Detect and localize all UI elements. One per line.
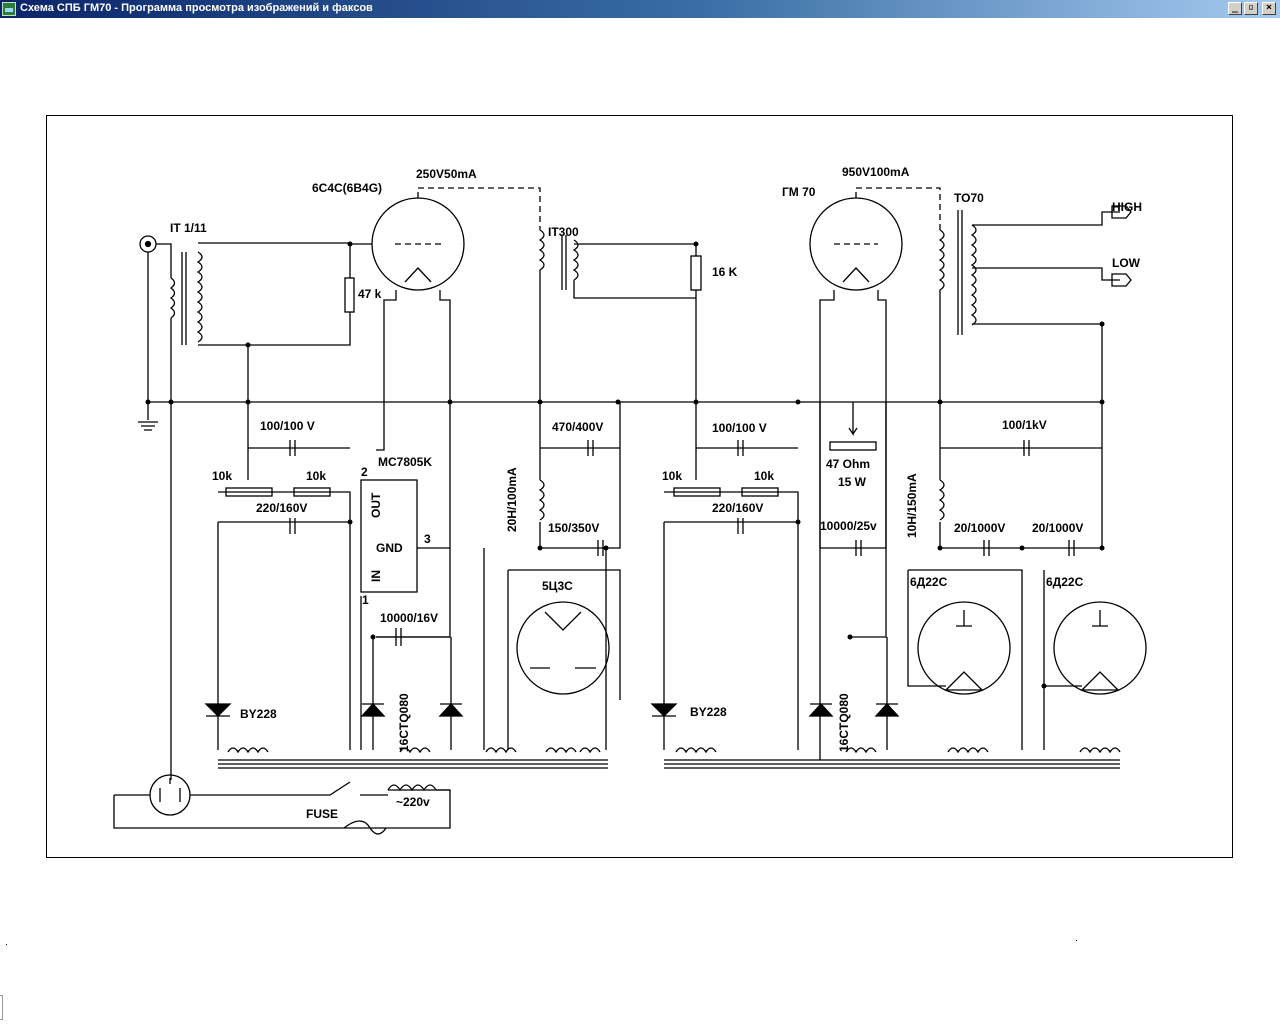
label-regulator: MC7805K — [378, 455, 432, 469]
interstage-transformer-icon — [538, 229, 567, 402]
label-input-transformer: IT 1/11 — [170, 221, 207, 235]
label-tube1: 6C4C(6B4G) — [312, 181, 382, 195]
label-pin1: 1 — [362, 593, 369, 607]
label-cap-470-400: 470/400V — [552, 420, 603, 434]
label-r16k: 16 K — [712, 265, 738, 279]
label-cap-150-350: 150/350V — [548, 521, 599, 535]
rectifier-5c3c-icon — [516, 601, 610, 695]
label-diode-pair-right: 16CTQ080 — [837, 693, 851, 752]
label-cap-10000-16: 10000/16V — [380, 611, 438, 625]
label-fuse: FUSE — [306, 807, 338, 821]
diode-by228-icon — [204, 703, 232, 717]
label-cap-20-1000-b: 20/1000V — [1032, 521, 1083, 535]
label-reg-out: OUT — [369, 492, 383, 518]
schematic-image: 6C4C(6B4G) 250V50mA IT 1/11 47 k IT300 1… — [113, 165, 1147, 835]
label-cap-220-160-right: 220/160V — [712, 501, 763, 515]
stray-pixel — [1076, 940, 1077, 941]
label-interstage: IT300 — [548, 225, 579, 239]
diode-16ctq080-left-icon — [360, 703, 464, 717]
label-diode-left: BY228 — [240, 707, 277, 721]
label-pot-a: 10k — [212, 469, 232, 483]
label-reg-gnd: GND — [376, 541, 403, 555]
label-r47ohm: 47 Ohm — [826, 457, 870, 471]
label-r47ohm-w: 15 W — [838, 475, 867, 489]
stray-pixel — [6, 944, 7, 945]
label-pot-b: 10k — [306, 469, 326, 483]
label-pin3: 3 — [424, 532, 431, 546]
label-out-low: LOW — [1112, 256, 1141, 270]
label-cap-100-100-left: 100/100 V — [260, 419, 315, 433]
label-cap-100-100-right: 100/100 V — [712, 421, 767, 435]
label-tube2-supply: 950V100mA — [842, 165, 910, 179]
label-diode-pair-left: 16CTQ080 — [397, 693, 411, 752]
diode-by228-right-icon — [650, 703, 678, 717]
label-pot-c: 10k — [662, 469, 682, 483]
label-output-transformer: TO70 — [954, 191, 984, 205]
output-transformer-icon — [938, 210, 963, 402]
label-tube2: ГМ 70 — [782, 185, 816, 199]
label-cap-10000-25: 10000/25v — [820, 519, 877, 533]
label-out-high: HIGH — [1112, 200, 1142, 214]
label-r47k: 47 k — [358, 287, 382, 301]
label-mains: ~220v — [396, 795, 430, 809]
label-diode-right: BY228 — [690, 705, 727, 719]
label-cap-20-1000-a: 20/1000V — [954, 521, 1005, 535]
left-edge-scroll-stub — [0, 995, 3, 1020]
label-rectifier-5c3c: 5Ц3С — [542, 579, 573, 593]
label-tube1-supply: 250V50mA — [416, 167, 477, 181]
label-reg-in: IN — [369, 570, 383, 582]
label-pot-d: 10k — [754, 469, 774, 483]
diode-16ctq080-right-icon — [808, 703, 900, 717]
label-pin2: 2 — [361, 465, 368, 479]
label-rect-6d22c-b: 6Д22С — [1046, 575, 1084, 589]
label-cap-100-1k: 100/1kV — [1002, 418, 1047, 432]
input-transformer-icon — [169, 252, 187, 345]
label-cap-220-160-left: 220/160V — [256, 501, 307, 515]
label-choke-20h: 20H/100mA — [505, 467, 519, 532]
label-choke-10h: 10H/150mA — [905, 473, 919, 538]
label-rect-6d22c-a: 6Д22С — [910, 575, 948, 589]
